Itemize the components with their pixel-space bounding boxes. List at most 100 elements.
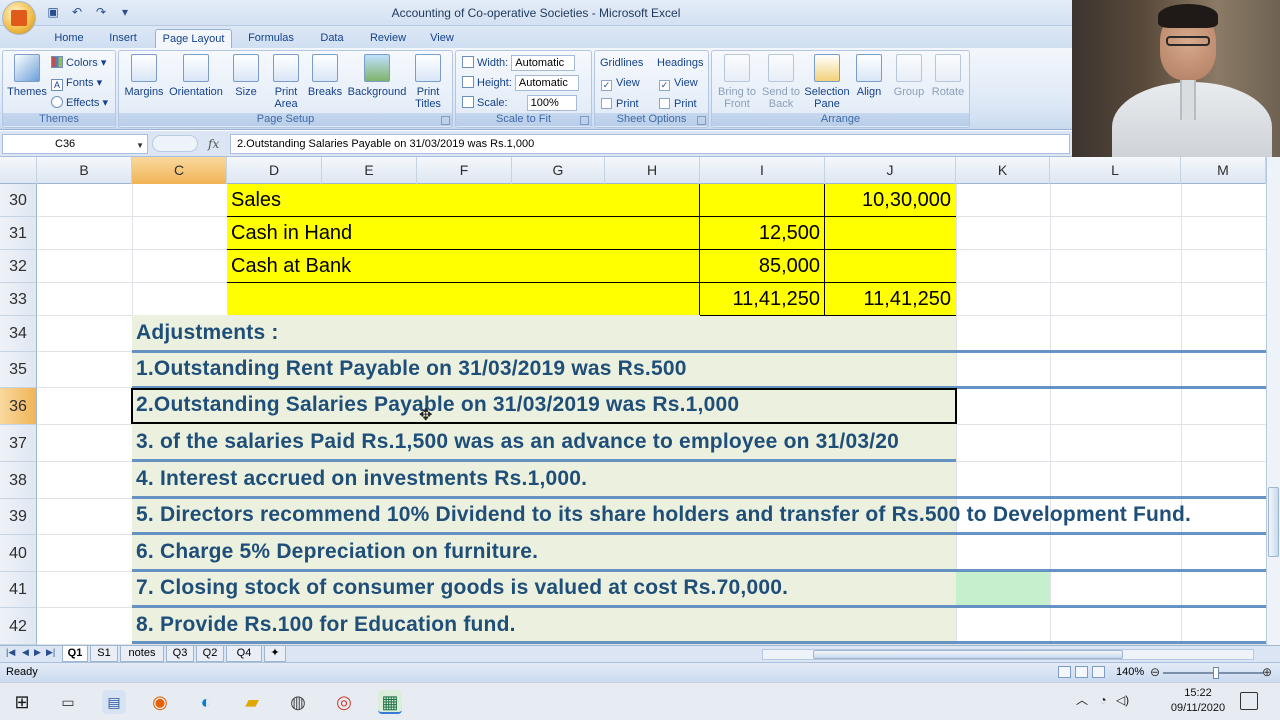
zoom-level[interactable]: 140%: [1116, 666, 1144, 678]
cell-i33[interactable]: 11,41,250: [700, 288, 821, 311]
horizontal-scroll-thumb[interactable]: [813, 650, 1123, 659]
tab-data[interactable]: Data: [316, 29, 348, 48]
adjustment-item[interactable]: 8. Provide Rs.100 for Education fund.: [136, 613, 516, 637]
tab-view[interactable]: View: [424, 29, 460, 48]
row-header-31[interactable]: 31: [0, 217, 37, 250]
selection-pane-button[interactable]: Selection Pane: [802, 54, 852, 110]
page-setup-launcher-icon[interactable]: [441, 116, 450, 125]
zoom-slider[interactable]: [1163, 667, 1263, 679]
chevron-up-icon[interactable]: ︿: [1076, 693, 1088, 707]
adjustment-item[interactable]: 1.Outstanding Rent Payable on 31/03/2019…: [136, 357, 687, 381]
cell-d30[interactable]: Sales: [231, 189, 281, 212]
camera-app-icon[interactable]: ◍: [286, 690, 310, 714]
name-box[interactable]: C36 ▼: [2, 134, 148, 154]
adjustment-item[interactable]: 3. of the salaries Paid Rs.1,500 was as …: [136, 430, 899, 454]
row-header-37[interactable]: 37: [0, 425, 37, 462]
cell-i32[interactable]: 85,000: [700, 255, 820, 278]
select-all-corner[interactable]: [0, 157, 37, 184]
sheet-tab-q3[interactable]: Q3: [166, 646, 194, 662]
column-header-h[interactable]: H: [605, 157, 700, 184]
excel-icon[interactable]: ▦: [378, 690, 402, 714]
adjustment-item[interactable]: 5. Directors recommend 10% Dividend to i…: [136, 503, 1191, 527]
cell-i31[interactable]: 12,500: [700, 222, 820, 245]
fonts-button[interactable]: A Fonts ▾: [51, 74, 102, 92]
cell-d32[interactable]: Cash at Bank: [231, 255, 351, 278]
sheet-options-launcher-icon[interactable]: [697, 116, 706, 125]
column-header-d[interactable]: D: [227, 157, 322, 184]
firefox-icon[interactable]: ◉: [148, 690, 172, 714]
column-header-b[interactable]: B: [37, 157, 132, 184]
headings-print-checkbox[interactable]: Print: [659, 95, 697, 113]
height-select[interactable]: Automatic: [514, 75, 579, 92]
zoom-in-icon[interactable]: ⊕: [1262, 665, 1272, 679]
row-header-36[interactable]: 36: [0, 388, 37, 425]
column-header-c[interactable]: C: [132, 157, 227, 184]
cell-d31[interactable]: Cash in Hand: [231, 222, 352, 245]
orientation-button[interactable]: Orientation: [167, 54, 225, 98]
notification-icon[interactable]: [1240, 692, 1258, 710]
row-header-33[interactable]: 33: [0, 283, 37, 316]
network-icon[interactable]: ◔: [1099, 693, 1106, 707]
edge-icon[interactable]: ◐: [194, 690, 218, 714]
horizontal-scrollbar[interactable]: [762, 649, 1254, 660]
scale-spinner[interactable]: 100%: [526, 95, 577, 112]
row-header-41[interactable]: 41: [0, 572, 37, 608]
headings-view-checkbox[interactable]: ✓ View: [659, 74, 698, 92]
active-cell-selection[interactable]: [131, 388, 957, 424]
sheet-tab-s1[interactable]: S1: [90, 646, 118, 662]
task-view-icon[interactable]: ▭: [56, 690, 80, 714]
zoom-slider-knob[interactable]: [1213, 667, 1219, 679]
page-break-view-icon[interactable]: [1092, 666, 1105, 678]
column-header-i[interactable]: I: [700, 157, 825, 184]
gridlines-view-checkbox[interactable]: ✓ View: [601, 74, 640, 92]
formula-input[interactable]: 2.Outstanding Salaries Payable on 31/03/…: [230, 134, 1070, 154]
scale-to-fit-launcher-icon[interactable]: [580, 116, 589, 125]
column-header-k[interactable]: K: [956, 157, 1050, 184]
chrome-icon[interactable]: ◎: [332, 690, 356, 714]
row-header-42[interactable]: 42: [0, 608, 37, 645]
insert-sheet-icon[interactable]: ✦: [264, 646, 286, 662]
adjustments-heading[interactable]: Adjustments :: [136, 321, 279, 345]
row-header-39[interactable]: 39: [0, 499, 37, 535]
adjustment-item[interactable]: 6. Charge 5% Depreciation on furniture.: [136, 540, 538, 564]
sheet-tab-q4[interactable]: Q4: [226, 646, 262, 662]
row-header-38[interactable]: 38: [0, 462, 37, 499]
rotate-button[interactable]: Rotate: [925, 54, 971, 98]
row-header-30[interactable]: 30: [0, 184, 37, 217]
worksheet-grid[interactable]: 30 31 32 33 34 35 36 37 38 39 40 41 42 S…: [0, 184, 1266, 645]
windows-start-icon[interactable]: ⊞: [10, 690, 34, 714]
tab-page-layout[interactable]: Page Layout: [155, 29, 232, 48]
next-sheet-icon[interactable]: ▶: [34, 647, 41, 658]
row-header-34[interactable]: 34: [0, 316, 37, 352]
zoom-out-icon[interactable]: ⊖: [1150, 665, 1160, 679]
office-button[interactable]: [2, 1, 36, 35]
adjustment-item[interactable]: 4. Interest accrued on investments Rs.1,…: [136, 467, 587, 491]
volume-icon[interactable]: ◁): [1116, 693, 1129, 707]
row-header-35[interactable]: 35: [0, 352, 37, 388]
column-header-e[interactable]: E: [322, 157, 417, 184]
prev-sheet-icon[interactable]: ◀: [22, 647, 29, 658]
column-header-g[interactable]: G: [512, 157, 605, 184]
adjustment-item[interactable]: 7. Closing stock of consumer goods is va…: [136, 576, 788, 600]
vertical-scrollbar[interactable]: [1266, 157, 1280, 645]
sheet-tab-q1[interactable]: Q1: [62, 646, 88, 662]
chevron-down-icon[interactable]: ▼: [136, 137, 144, 155]
tab-formulas[interactable]: Formulas: [244, 29, 298, 48]
breaks-button[interactable]: Breaks: [302, 54, 348, 98]
tab-home[interactable]: Home: [50, 29, 88, 48]
print-titles-button[interactable]: Print Titles: [405, 54, 451, 110]
bring-to-front-button[interactable]: Bring to Front: [714, 54, 760, 110]
colors-button[interactable]: Colors ▾: [51, 54, 106, 72]
column-header-j[interactable]: J: [825, 157, 956, 184]
gridlines-print-checkbox[interactable]: Print: [601, 95, 639, 113]
tab-insert[interactable]: Insert: [104, 29, 142, 48]
row-header-40[interactable]: 40: [0, 535, 37, 572]
insert-function-icon[interactable]: fx: [208, 134, 219, 154]
sheet-tab-q2[interactable]: Q2: [196, 646, 224, 662]
cell-j30[interactable]: 10,30,000: [825, 189, 951, 212]
app-icon[interactable]: ▤: [102, 690, 126, 714]
send-to-back-button[interactable]: Send to Back: [758, 54, 804, 110]
row-header-32[interactable]: 32: [0, 250, 37, 283]
clock[interactable]: 15:22 09/11/2020: [1160, 686, 1236, 716]
column-header-m[interactable]: M: [1181, 157, 1266, 184]
